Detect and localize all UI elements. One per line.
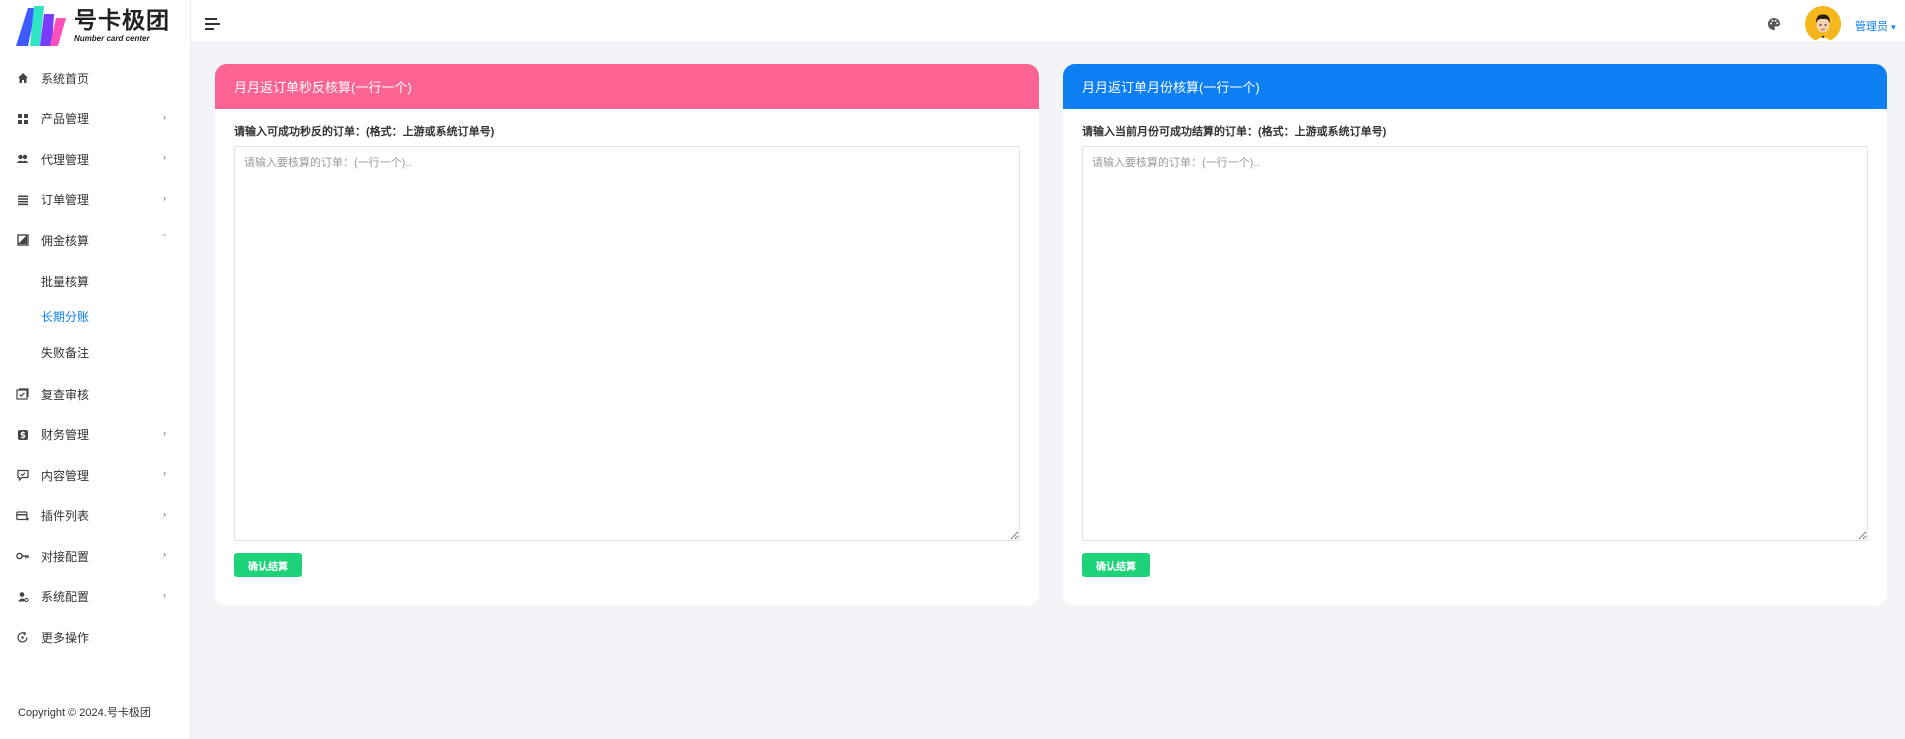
dollar-icon: $ <box>16 428 29 441</box>
user-menu[interactable]: 管理员 ▾ <box>1855 18 1896 34</box>
sidebar-item-label: 对接配置 <box>41 549 90 564</box>
sidebar-item-content[interactable]: 内容管理 › <box>0 455 190 496</box>
sidebar-item-more[interactable]: 更多操作 <box>0 617 190 658</box>
sidebar-item-label: 系统配置 <box>41 590 90 605</box>
sidebar-nav: 系统首页 产品管理 › 代理管理 › 订单管理 › 佣金核算 ˇ <box>0 58 190 261</box>
key-icon <box>16 550 29 563</box>
brand-logo[interactable]: 号卡极团 Number card center <box>0 0 190 52</box>
orders-input[interactable] <box>1082 146 1868 541</box>
sidebar-item-label: 更多操作 <box>41 630 90 645</box>
sidebar-subitem-failed-notes[interactable]: 失败备注 <box>0 335 190 371</box>
chevron-right-icon: › <box>163 508 166 519</box>
users-icon <box>16 153 29 166</box>
chevron-right-icon: › <box>163 111 166 122</box>
orders-input[interactable] <box>234 146 1020 541</box>
review-icon <box>16 388 29 401</box>
avatar[interactable] <box>1805 6 1841 42</box>
chevron-right-icon: › <box>163 192 166 203</box>
palette-icon[interactable] <box>1767 17 1781 31</box>
sidebar: 号卡极团 Number card center 系统首页 产品管理 › 代理管理… <box>0 0 191 739</box>
copyright: Copyright © 2024.号卡极团 <box>18 707 151 719</box>
sidebar-item-label: 财务管理 <box>41 428 90 443</box>
chart-icon <box>16 234 29 247</box>
card-title: 月月返订单月份核算(一行一个) <box>1063 64 1887 109</box>
svg-text:$: $ <box>20 431 26 441</box>
confirm-settlement-button[interactable]: 确认结算 <box>1082 553 1150 577</box>
top-bar: 管理员 ▾ <box>191 0 1905 43</box>
sidebar-item-system-config[interactable]: 系统配置 › <box>0 577 190 618</box>
brand-name: 号卡极团 <box>74 7 170 33</box>
monthly-commission-card: 月月返订单月份核算(一行一个) 请输入当前月份可成功结算的订单：(格式：上游或系… <box>1063 64 1887 606</box>
user-name: 管理员 <box>1855 21 1888 33</box>
sidebar-item-label: 代理管理 <box>41 152 90 167</box>
sidebar-item-label: 订单管理 <box>41 193 90 208</box>
user-gear-icon <box>16 590 29 603</box>
confirm-settlement-button[interactable]: 确认结算 <box>234 553 302 577</box>
card-title: 月月返订单秒反核算(一行一个) <box>215 64 1039 109</box>
commission-submenu: 批量核算 长期分账 失败备注 <box>0 261 190 375</box>
sidebar-item-products[interactable]: 产品管理 › <box>0 99 190 140</box>
sidebar-item-label: 插件列表 <box>41 509 90 524</box>
card-icon <box>16 509 29 522</box>
chevron-right-icon: › <box>163 152 166 162</box>
sidebar-item-label: 佣金核算 <box>41 233 90 248</box>
sidebar-item-plugins[interactable]: 插件列表 › <box>0 496 190 537</box>
refresh-icon <box>16 631 29 644</box>
sidebar-item-home[interactable]: 系统首页 <box>0 58 190 99</box>
chevron-right-icon: › <box>163 468 166 478</box>
sidebar-item-finance[interactable]: $ 财务管理 › <box>0 415 190 456</box>
orders-field-label: 请输入当前月份可成功结算的订单：(格式：上游或系统订单号) <box>1082 126 1387 138</box>
sidebar-item-orders[interactable]: 订单管理 › <box>0 180 190 221</box>
brand-tagline: Number card center <box>74 34 150 43</box>
sidebar-subitem-long-term[interactable]: 长期分账 <box>0 299 190 335</box>
sidebar-subitem-batch[interactable]: 批量核算 <box>0 264 190 300</box>
instant-commission-card: 月月返订单秒反核算(一行一个) 请输入可成功秒反的订单：(格式：上游或系统订单号… <box>215 64 1039 606</box>
sidebar-item-label: 内容管理 <box>41 468 90 483</box>
sidebar-item-agents[interactable]: 代理管理 › <box>0 139 190 180</box>
sidebar-item-label: 复查审核 <box>41 387 90 402</box>
menu-toggle-icon[interactable] <box>205 18 220 30</box>
chevron-down-icon: ˇ <box>163 233 166 243</box>
chevron-right-icon: › <box>163 589 166 600</box>
chevron-right-icon: › <box>163 427 166 438</box>
sidebar-item-review[interactable]: 复查审核 <box>0 374 190 415</box>
sidebar-item-integration[interactable]: 对接配置 › <box>0 536 190 577</box>
grid-icon <box>16 112 29 125</box>
home-icon <box>16 72 29 85</box>
logo-icon <box>14 4 70 48</box>
sidebar-item-label: 系统首页 <box>41 71 90 86</box>
sidebar-item-commission[interactable]: 佣金核算 ˇ <box>0 220 190 261</box>
sidebar-item-label: 产品管理 <box>41 112 90 127</box>
caret-down-icon: ▾ <box>1891 22 1896 32</box>
list-icon <box>16 193 29 206</box>
sidebar-nav-lower: 复查审核 $ 财务管理 › 内容管理 › 插件列表 › 对接配置 › 系统配置 … <box>0 374 190 658</box>
chevron-right-icon: › <box>163 549 166 559</box>
message-icon <box>16 469 29 482</box>
orders-field-label: 请输入可成功秒反的订单：(格式：上游或系统订单号) <box>234 126 495 138</box>
